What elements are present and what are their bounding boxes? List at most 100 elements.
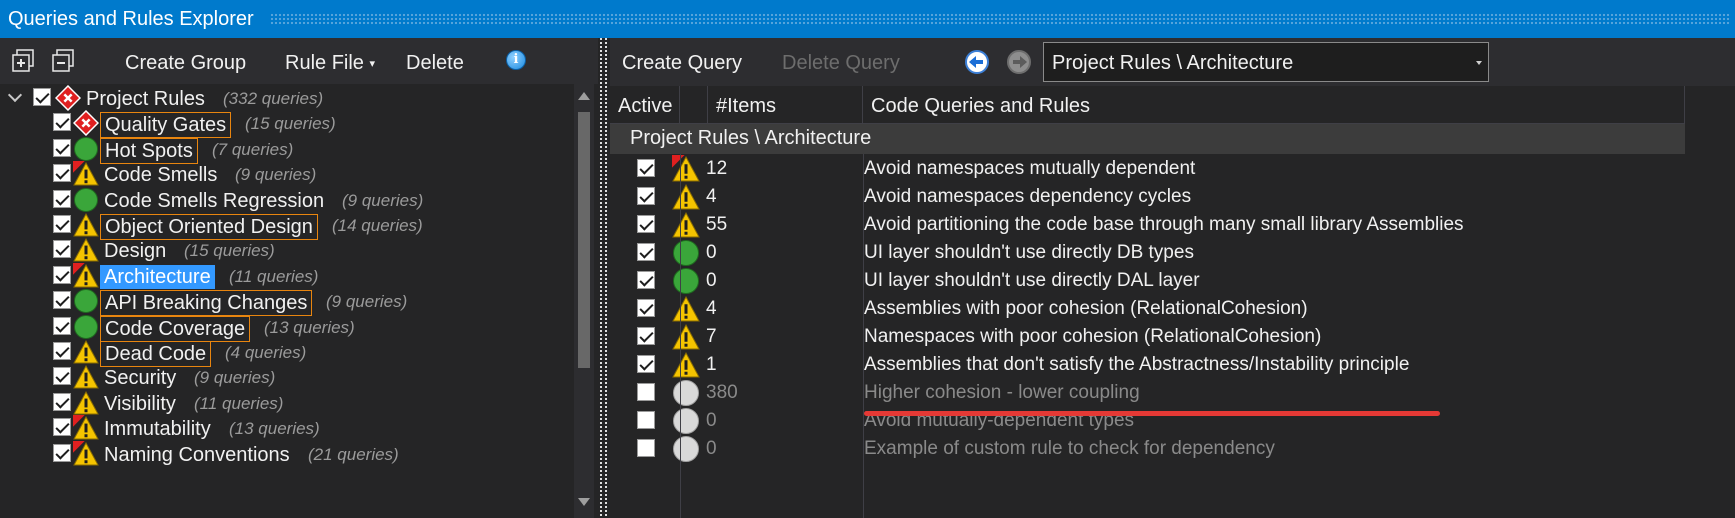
create-group-button[interactable]: Create Group (125, 52, 246, 75)
delete-button[interactable]: Delete (406, 52, 464, 75)
tree-item[interactable]: API Breaking Changes (9 queries) (0, 287, 574, 317)
tree-item[interactable]: Architecture (11 queries) (0, 262, 574, 290)
forward-arrow-icon[interactable] (1007, 50, 1031, 74)
column-header-name[interactable]: Code Queries and Rules (863, 86, 1685, 124)
checkbox[interactable] (53, 113, 71, 132)
tree-item[interactable]: Code Smells Regression (9 queries) (0, 186, 574, 214)
warning-icon (672, 323, 700, 351)
tree-item[interactable]: Hot Spots (7 queries) (0, 135, 574, 164)
active-checkbox[interactable] (637, 159, 655, 177)
checkbox[interactable] (53, 240, 71, 259)
checkbox[interactable] (53, 189, 71, 208)
scroll-up-icon[interactable] (578, 92, 590, 100)
active-checkbox[interactable] (637, 439, 655, 457)
tree-item[interactable]: Code Smells (9 queries) (0, 160, 574, 188)
rule-name[interactable]: UI layer shouldn't use directly DB types (864, 242, 1194, 264)
rule-name[interactable]: UI layer shouldn't use directly DAL laye… (864, 270, 1200, 292)
rule-name[interactable]: Avoid namespaces mutually dependent (864, 158, 1195, 180)
chevron-down-icon[interactable] (7, 87, 23, 103)
group-row[interactable]: Project Rules \ Architecture (610, 124, 1685, 154)
checkbox[interactable] (53, 215, 71, 233)
item-count: 12 (706, 158, 728, 179)
checkbox[interactable] (53, 291, 71, 310)
header-items-label: #Items (716, 95, 777, 117)
active-checkbox[interactable] (637, 411, 655, 429)
rule-name[interactable]: Higher cohesion - lower coupling (864, 382, 1140, 404)
active-checkbox[interactable] (637, 355, 655, 373)
tree-item[interactable]: Design (15 queries) (0, 236, 574, 264)
tree-item[interactable]: Immutability (13 queries) (0, 414, 574, 442)
rule-path-value: Project Rules \ Architecture (1052, 52, 1294, 74)
table-row[interactable]: 4 Avoid namespaces dependency cycles (610, 182, 1685, 210)
rule-name[interactable]: Avoid namespaces dependency cycles (864, 186, 1191, 208)
rule-path-dropdown[interactable]: Project Rules \ Architecture (1043, 42, 1489, 82)
tree-item[interactable]: Security (9 queries) (0, 363, 574, 391)
checkbox[interactable] (53, 164, 71, 183)
scroll-thumb[interactable] (578, 112, 590, 368)
back-arrow-icon[interactable] (965, 50, 989, 74)
rule-name[interactable]: Example of custom rule to check for depe… (864, 438, 1275, 460)
scroll-down-icon[interactable] (578, 498, 590, 506)
checkbox[interactable] (53, 443, 71, 462)
checkbox[interactable] (53, 418, 71, 437)
queries-pane: Create Query Delete Query Project Rules … (610, 38, 1735, 518)
table-row[interactable]: 7 Namespaces with poor cohesion (Relation… (610, 322, 1685, 350)
rule-file-button[interactable]: Rule File ▾ (285, 52, 375, 75)
tree-item[interactable]: Object Oriented Design (14 queries) (0, 211, 574, 240)
tree-item[interactable]: Code Coverage (13 queries) (0, 313, 574, 342)
checkbox[interactable] (53, 138, 71, 157)
table-row[interactable]: 0 UI layer shouldn't use directly DB type… (610, 238, 1685, 266)
query-count: (15 queries) (184, 241, 275, 261)
active-checkbox[interactable] (637, 187, 655, 205)
table-row[interactable]: 12 Avoid namespaces mutually dependent (610, 154, 1685, 182)
warning-icon (73, 364, 99, 390)
active-checkbox[interactable] (637, 327, 655, 345)
table-row[interactable]: 0 Example of custom rule to check for dep… (610, 434, 1685, 462)
active-checkbox[interactable] (637, 383, 655, 401)
active-checkbox[interactable] (637, 299, 655, 317)
item-count: 4 (706, 186, 717, 207)
table-row[interactable]: 1 Assemblies that don't satisfy the Abstr… (610, 350, 1685, 378)
delete-query-button[interactable]: Delete Query (782, 52, 900, 75)
tree-scrollbar[interactable] (574, 84, 594, 518)
collapse-all-icon[interactable] (50, 48, 76, 74)
tree-item[interactable]: Naming Conventions (21 queries) (0, 440, 574, 468)
rule-name[interactable]: Assemblies that don't satisfy the Abstra… (864, 354, 1409, 376)
rule-name[interactable]: Avoid partitioning the code base through… (864, 214, 1464, 236)
column-header-status[interactable] (680, 86, 708, 124)
table-row[interactable]: 380 Higher cohesion - lower coupling (610, 378, 1685, 406)
pane-splitter[interactable] (598, 38, 610, 518)
query-count: (4 queries) (225, 343, 307, 362)
checkbox[interactable] (53, 342, 71, 360)
checkbox[interactable] (53, 392, 71, 411)
chevron-down-icon (1476, 61, 1482, 65)
tree-item[interactable]: Dead Code (4 queries) (0, 338, 574, 367)
checkbox[interactable] (33, 88, 51, 106)
tree-item[interactable]: Quality Gates (15 queries) (0, 109, 574, 139)
chevron-down-icon: ▾ (369, 58, 376, 71)
active-checkbox[interactable] (637, 215, 655, 233)
table-row[interactable]: 55 Avoid partitioning the code base throu… (610, 210, 1685, 238)
active-checkbox[interactable] (637, 271, 655, 289)
info-icon[interactable]: i (506, 50, 526, 70)
column-header-items[interactable]: #Items (708, 86, 863, 124)
table-row[interactable]: 4 Assemblies with poor cohesion (Relation… (610, 294, 1685, 322)
column-divider (680, 154, 681, 518)
active-checkbox[interactable] (637, 243, 655, 261)
table-row[interactable]: 0 UI layer shouldn't use directly DAL lay… (610, 266, 1685, 294)
column-header-active[interactable]: Active (610, 86, 680, 124)
tree-root[interactable]: Project Rules (332 queries) (0, 84, 574, 112)
rule-name[interactable]: Namespaces with poor cohesion (Relationa… (864, 326, 1321, 348)
warning-flag-icon (73, 161, 99, 187)
checkbox[interactable] (53, 367, 71, 386)
expand-all-icon[interactable] (10, 48, 36, 74)
title-grip[interactable] (270, 13, 1731, 25)
ok-circle-icon (672, 239, 700, 267)
tree-item[interactable]: Visibility (11 queries) (0, 389, 574, 417)
checkbox[interactable] (53, 316, 71, 335)
warning-icon (672, 351, 700, 379)
rule-name[interactable]: Assemblies with poor cohesion (Relationa… (864, 298, 1308, 320)
checkbox[interactable] (53, 265, 71, 284)
inactive-circle-icon (672, 379, 700, 407)
create-query-button[interactable]: Create Query (622, 52, 742, 75)
